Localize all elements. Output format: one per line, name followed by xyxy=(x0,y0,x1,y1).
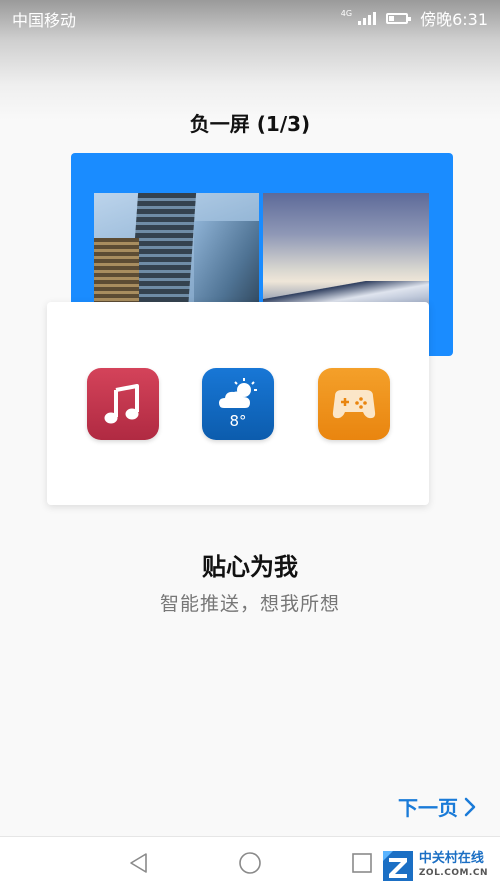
network-type-label: 4G xyxy=(340,9,353,18)
weather-icon: 8° xyxy=(202,368,274,440)
watermark-en-text: ZOL.COM.CN xyxy=(418,868,488,878)
status-icons: 4G 傍晚6:31 xyxy=(341,6,488,30)
carrier-label: 中国移动 xyxy=(12,11,77,30)
weather-temperature: 8° xyxy=(229,412,247,430)
status-bar: 中国移动 4G 傍晚6:31 xyxy=(0,0,500,34)
recent-apps-icon[interactable] xyxy=(350,851,374,875)
screen: 中国移动 4G 傍晚6:31 负一屏 (1/3) 8° 贴心为我 智能推送，想我… xyxy=(0,0,500,889)
watermark: 中关村在线 ZOL.COM.CN xyxy=(381,849,488,883)
feature-headline: 贴心为我 xyxy=(202,553,298,581)
battery-icon xyxy=(386,12,412,24)
page-title: 负一屏 (1/3) xyxy=(189,112,311,136)
signal-icon xyxy=(358,11,377,25)
music-icon xyxy=(87,368,159,440)
next-page-button[interactable]: 下一页 xyxy=(398,792,476,821)
mountain-photo xyxy=(263,193,429,311)
feature-illustration-front-card: 8° xyxy=(47,302,429,505)
battery-level xyxy=(389,15,394,21)
navigation-bar: 中关村在线 ZOL.COM.CN xyxy=(0,836,500,889)
building-photo xyxy=(94,193,259,311)
feature-description: 智能推送，想我所想 xyxy=(159,593,340,615)
chevron-right-icon xyxy=(464,797,476,816)
game-icon xyxy=(318,368,390,440)
next-page-label: 下一页 xyxy=(398,796,458,820)
zol-logo-icon xyxy=(382,851,413,881)
watermark-cn-text: 中关村在线 xyxy=(418,851,484,866)
home-icon[interactable] xyxy=(238,851,262,875)
back-icon[interactable] xyxy=(127,851,151,875)
clock: 傍晚6:31 xyxy=(420,10,488,29)
